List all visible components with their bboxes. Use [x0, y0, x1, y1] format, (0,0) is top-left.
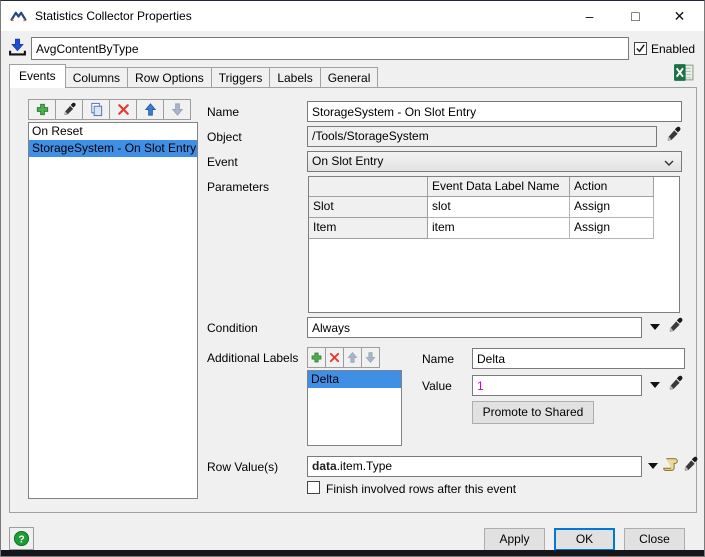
value-eyedropper-icon[interactable] — [667, 375, 684, 392]
arrow-up-disabled-icon — [346, 351, 359, 364]
delete-event-button[interactable] — [109, 99, 137, 120]
enabled-checkbox[interactable] — [634, 42, 647, 55]
tab-triggers[interactable]: Triggers — [211, 67, 271, 88]
help-button[interactable]: ? — [9, 527, 34, 550]
arrow-down-disabled-icon — [364, 351, 377, 364]
object-eyedropper-icon[interactable] — [665, 126, 682, 143]
event-data-label-cell[interactable]: slot — [428, 197, 570, 218]
tab-columns[interactable]: Columns — [65, 67, 128, 88]
statistics-collector-properties-window: Statistics Collector Properties – □ ✕ En… — [0, 0, 705, 557]
close-button[interactable]: Close — [624, 528, 685, 551]
flexsim-logo-icon — [10, 8, 27, 25]
add-event-button[interactable] — [28, 99, 56, 120]
copy-icon — [89, 102, 104, 117]
plus-icon — [35, 102, 50, 117]
collect-arrow-icon[interactable] — [8, 37, 27, 57]
chevron-down-icon — [663, 157, 675, 169]
promote-to-shared-button[interactable]: Promote to Shared — [472, 401, 594, 424]
window-title: Statistics Collector Properties — [35, 9, 192, 23]
row-values-input[interactable]: data.item.Type — [307, 456, 642, 477]
additional-label-item-selected[interactable]: Delta — [308, 371, 401, 388]
sample-event-button[interactable] — [55, 99, 83, 120]
delete-x-icon — [116, 102, 131, 117]
name-field-label: Name — [207, 105, 239, 119]
condition-input[interactable] — [307, 317, 642, 338]
event-data-label-cell[interactable]: item — [428, 218, 570, 239]
additional-labels-list[interactable]: Delta — [307, 370, 402, 446]
parameters-row: Slot slot Assign — [309, 197, 679, 218]
row-values-eyedropper-icon[interactable] — [682, 456, 699, 473]
collector-name-input[interactable] — [31, 37, 629, 60]
tab-row-options[interactable]: Row Options — [127, 67, 212, 88]
event-list-item-selected[interactable]: StorageSystem - On Slot Entry — [29, 140, 197, 157]
row-values-code-rest: .item.Type — [337, 459, 392, 473]
parameter-name-cell: Slot — [309, 197, 428, 218]
tab-labels[interactable]: Labels — [269, 67, 320, 88]
label-value-label: Value — [422, 379, 452, 393]
row-values-label: Row Value(s) — [207, 460, 278, 474]
additional-labels-toolbar — [307, 347, 379, 368]
parameters-header-cell — [309, 177, 428, 197]
checkmark-icon — [635, 43, 646, 54]
event-dropdown[interactable]: On Slot Entry — [307, 151, 682, 172]
parameters-header-cell: Action — [570, 177, 654, 197]
parameters-table: Event Data Label Name Action Slot slot A… — [308, 176, 680, 313]
row-values-dropdown-arrow-icon[interactable] — [648, 463, 658, 469]
arrow-down-disabled-icon — [170, 102, 185, 117]
event-list-toolbar — [28, 99, 190, 120]
ok-button[interactable]: OK — [554, 528, 615, 551]
action-cell[interactable]: Assign — [570, 197, 654, 218]
flexscript-scroll-icon[interactable] — [662, 456, 679, 473]
move-label-up-button[interactable] — [343, 347, 362, 368]
copy-event-button[interactable] — [82, 99, 110, 120]
move-label-down-button[interactable] — [361, 347, 380, 368]
help-question-icon: ? — [13, 530, 30, 547]
label-value-input[interactable] — [472, 375, 642, 396]
value-dropdown-arrow-icon[interactable] — [650, 382, 660, 388]
delete-x-icon — [328, 351, 341, 364]
event-field-label: Event — [207, 155, 238, 169]
move-event-up-button[interactable] — [136, 99, 164, 120]
tab-general[interactable]: General — [320, 67, 379, 88]
additional-labels-label: Additional Labels — [207, 351, 298, 365]
title-bar: Statistics Collector Properties – □ ✕ — [1, 1, 704, 31]
excel-export-icon[interactable] — [673, 62, 694, 83]
condition-eyedropper-icon[interactable] — [667, 317, 684, 334]
minimize-button[interactable]: – — [567, 1, 612, 31]
row-values-code-keyword: data — [312, 459, 337, 473]
svg-text:?: ? — [18, 534, 24, 545]
move-event-down-button[interactable] — [163, 99, 191, 120]
object-field-label: Object — [207, 130, 242, 144]
finish-rows-checkbox-label: Finish involved rows after this event — [326, 482, 516, 496]
event-name-input[interactable] — [307, 101, 682, 122]
apply-button[interactable]: Apply — [484, 528, 545, 551]
condition-label: Condition — [207, 321, 258, 335]
parameter-name-cell: Item — [309, 218, 428, 239]
tab-bar: Events Columns Row Options Triggers Labe… — [9, 64, 377, 88]
event-dropdown-value: On Slot Entry — [312, 154, 383, 168]
parameters-header-row: Event Data Label Name Action — [309, 177, 679, 197]
finish-rows-checkbox[interactable] — [307, 481, 320, 494]
event-list-item[interactable]: On Reset — [29, 123, 197, 140]
event-list[interactable]: On Reset StorageSystem - On Slot Entry — [28, 122, 198, 499]
bottom-dark-strip — [1, 550, 704, 556]
delete-label-button[interactable] — [325, 347, 344, 368]
label-name-input[interactable] — [472, 348, 685, 369]
tab-events[interactable]: Events — [9, 64, 66, 88]
close-window-button[interactable]: ✕ — [657, 1, 702, 31]
condition-dropdown-arrow-icon[interactable] — [650, 324, 660, 330]
maximize-button[interactable]: □ — [613, 1, 658, 31]
eyedropper-icon — [62, 102, 77, 117]
enabled-label: Enabled — [651, 42, 695, 56]
events-tab-page: On Reset StorageSystem - On Slot Entry N… — [9, 87, 697, 513]
label-name-label: Name — [422, 352, 454, 366]
parameters-header-cell: Event Data Label Name — [428, 177, 570, 197]
arrow-up-icon — [143, 102, 158, 117]
add-label-button[interactable] — [307, 347, 326, 368]
action-cell[interactable]: Assign — [570, 218, 654, 239]
plus-icon — [310, 351, 323, 364]
parameters-label: Parameters — [207, 180, 269, 194]
object-field: /Tools/StorageSystem — [307, 126, 657, 147]
parameters-row: Item item Assign — [309, 218, 679, 239]
